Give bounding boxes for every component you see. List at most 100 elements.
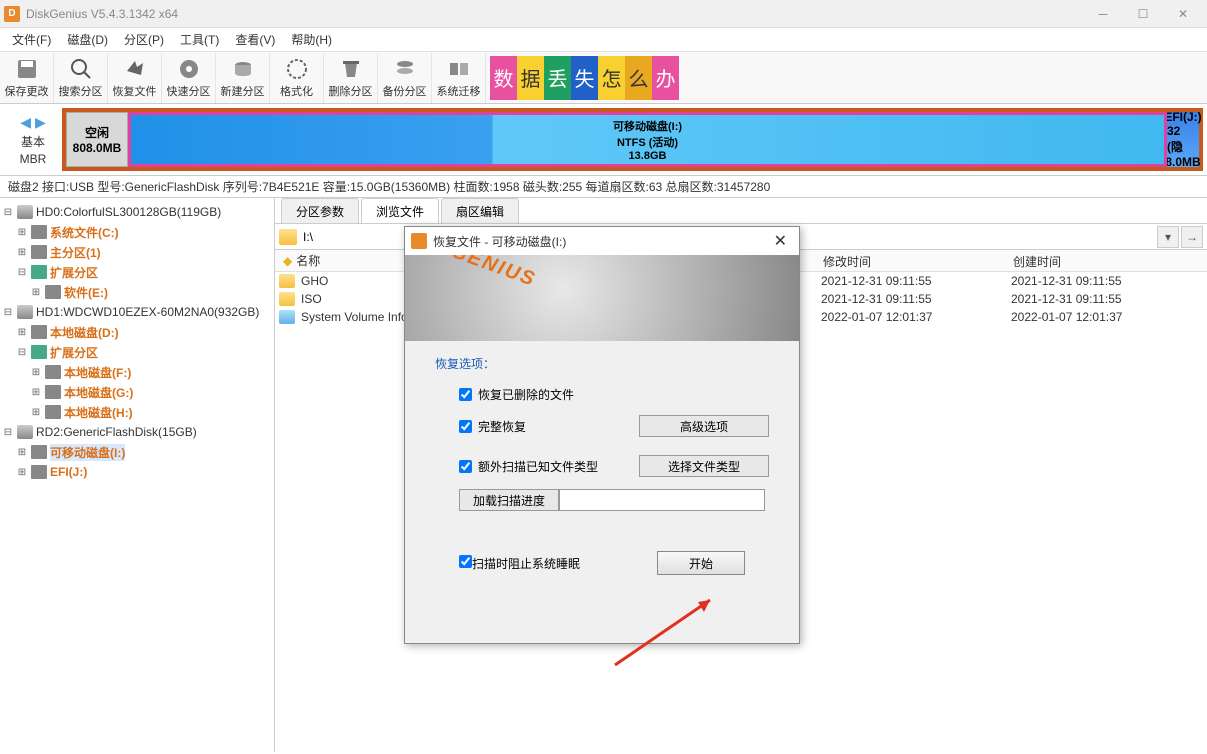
menu-tools[interactable]: 工具(T) (172, 29, 227, 50)
tb-delete[interactable]: 删除分区 (324, 53, 378, 103)
tree-ext[interactable]: 扩展分区 (50, 264, 98, 281)
dialog-banner: DISKGENIUS (405, 255, 799, 341)
toolbar: 保存更改 搜索分区 恢复文件 快速分区 新建分区 格式化 删除分区 备份分区 系… (0, 52, 1207, 104)
tree-ext[interactable]: 扩展分区 (50, 344, 98, 361)
annotation-arrow (610, 590, 730, 673)
expand-icon[interactable]: ⊞ (16, 247, 28, 258)
tree-disk[interactable]: HD1:WDCWD10EZEX-60M2NA0(932GB) (36, 305, 259, 319)
dialog-titlebar: 恢复文件 - 可移动磁盘(I:) ✕ (405, 227, 799, 255)
tree-partition[interactable]: EFI(J:) (50, 465, 87, 479)
tb-save[interactable]: 保存更改 (0, 53, 54, 103)
tab-params[interactable]: 分区参数 (281, 198, 359, 223)
diskmap-nav[interactable]: ◀ ▶ 基本 MBR (4, 108, 62, 171)
folder-icon (279, 292, 295, 306)
new-icon (231, 57, 255, 81)
file-mtime: 2022-01-07 12:01:37 (821, 310, 1011, 324)
migrate-icon (447, 57, 471, 81)
opt-full-checkbox[interactable] (459, 420, 472, 433)
minimize-button[interactable]: ─ (1083, 1, 1123, 27)
path-dropdown[interactable]: ▾ (1157, 226, 1179, 248)
tree-partition[interactable]: 本地磁盘(F:) (64, 364, 131, 381)
disk-tree[interactable]: ⊟ HD0:ColorfulSL300128GB(119GB) ⊞ 系统文件(C:)… (0, 198, 275, 752)
tab-sector[interactable]: 扇区编辑 (441, 198, 519, 223)
tree-partition-selected[interactable]: 可移动磁盘(I:) (50, 444, 125, 461)
start-button[interactable]: 开始 (657, 551, 745, 575)
partition-icon (45, 365, 61, 379)
tb-backup[interactable]: 备份分区 (378, 53, 432, 103)
tree-partition[interactable]: 系统文件(C:) (50, 224, 119, 241)
dialog-body: 恢复选项： 恢复已删除的文件 完整恢复 高级选项 额外扫描已知文件类型 选择文件… (405, 341, 799, 589)
tree-disk[interactable]: HD0:ColorfulSL300128GB(119GB) (36, 205, 221, 219)
opt-extra[interactable]: 额外扫描已知文件类型 (459, 458, 639, 475)
dialog-icon (411, 233, 427, 249)
col-mtime[interactable]: 修改时间 (815, 250, 1005, 271)
tree-partition[interactable]: 本地磁盘(D:) (50, 324, 119, 341)
progress-path-input[interactable] (559, 489, 765, 511)
filetypes-button[interactable]: 选择文件类型 (639, 455, 769, 477)
tb-quick[interactable]: 快速分区 (162, 53, 216, 103)
tb-format[interactable]: 格式化 (270, 53, 324, 103)
expand-icon[interactable]: ⊞ (30, 287, 42, 298)
expand-icon[interactable]: ⊞ (16, 227, 28, 238)
partition-efi[interactable]: EFI(J:) 32 (隐 8.0MB (1167, 112, 1199, 167)
expand-icon[interactable]: ⊞ (30, 407, 42, 418)
expand-icon[interactable]: ⊟ (16, 347, 28, 358)
file-ctime: 2021-12-31 09:11:55 (1011, 274, 1201, 288)
tb-migrate[interactable]: 系统迁移 (432, 53, 486, 103)
expand-icon[interactable]: ⊞ (16, 327, 28, 338)
tree-disk[interactable]: RD2:GenericFlashDisk(15GB) (36, 425, 197, 439)
opt-sleep[interactable]: 扫描时阻止系统睡眠 (459, 555, 580, 572)
maximize-button[interactable]: ☐ (1123, 1, 1163, 27)
file-ctime: 2022-01-07 12:01:37 (1011, 310, 1201, 324)
partition-main[interactable]: 可移动磁盘(I:) NTFS (活动) 13.8GB (128, 112, 1167, 167)
path-forward[interactable]: → (1181, 226, 1203, 248)
expand-icon[interactable]: ⊞ (30, 367, 42, 378)
tb-new[interactable]: 新建分区 (216, 53, 270, 103)
titlebar: D DiskGenius V5.4.3.1342 x64 ─ ☐ ✕ (0, 0, 1207, 28)
expand-icon[interactable]: ⊟ (2, 207, 14, 218)
file-mtime: 2021-12-31 09:11:55 (821, 292, 1011, 306)
menu-view[interactable]: 查看(V) (227, 29, 283, 50)
dialog-title: 恢复文件 - 可移动磁盘(I:) (433, 233, 768, 250)
partition-icon (31, 445, 47, 459)
tree-partition[interactable]: 本地磁盘(H:) (64, 404, 133, 421)
tree-partition[interactable]: 本地磁盘(G:) (64, 384, 133, 401)
folder-icon (279, 229, 297, 245)
expand-icon[interactable]: ⊟ (2, 307, 14, 318)
load-progress-button[interactable]: 加载扫描进度 (459, 489, 559, 511)
partition-icon (31, 225, 47, 239)
menu-help[interactable]: 帮助(H) (283, 29, 340, 50)
dialog-close-button[interactable]: ✕ (768, 231, 793, 251)
opt-sleep-checkbox[interactable] (459, 555, 472, 568)
disk-info-bar: 磁盘2 接口:USB 型号:GenericFlashDisk 序列号:7B4E5… (0, 176, 1207, 198)
tree-partition[interactable]: 软件(E:) (64, 284, 108, 301)
opt-full[interactable]: 完整恢复 (459, 418, 639, 435)
menu-file[interactable]: 文件(F) (4, 29, 59, 50)
partition-icon (31, 465, 47, 479)
expand-icon[interactable]: ⊞ (16, 467, 28, 478)
menu-partition[interactable]: 分区(P) (116, 29, 172, 50)
tree-partition[interactable]: 主分区(1) (50, 244, 101, 261)
opt-extra-checkbox[interactable] (459, 460, 472, 473)
col-ctime[interactable]: 创建时间 (1005, 250, 1195, 271)
expand-icon[interactable]: ⊟ (2, 427, 14, 438)
tb-search[interactable]: 搜索分区 (54, 53, 108, 103)
expand-icon[interactable]: ⊞ (16, 447, 28, 458)
expand-icon[interactable]: ⊟ (16, 267, 28, 278)
partition-icon (45, 385, 61, 399)
close-button[interactable]: ✕ (1163, 1, 1203, 27)
folder-icon (279, 310, 295, 324)
menu-disk[interactable]: 磁盘(D) (59, 29, 116, 50)
ext-icon (31, 345, 47, 359)
advanced-button[interactable]: 高级选项 (639, 415, 769, 437)
disk-map: ◀ ▶ 基本 MBR 空闲 808.0MB 可移动磁盘(I:) NTFS (活动… (0, 104, 1207, 176)
recover-icon (123, 57, 147, 81)
expand-icon[interactable]: ⊞ (30, 387, 42, 398)
tab-browse[interactable]: 浏览文件 (361, 198, 439, 223)
partition-free[interactable]: 空闲 808.0MB (66, 112, 128, 167)
tb-recover[interactable]: 恢复文件 (108, 53, 162, 103)
search-icon (69, 57, 93, 81)
hdd-icon (17, 425, 33, 439)
opt-deleted-checkbox[interactable] (459, 388, 472, 401)
opt-deleted[interactable]: 恢复已删除的文件 (459, 386, 639, 403)
